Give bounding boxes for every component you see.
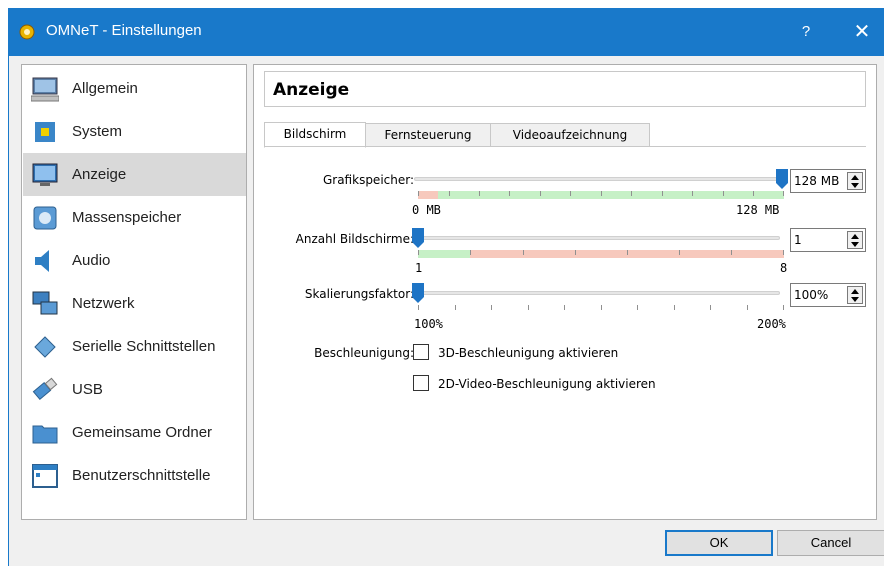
chip-icon [35, 122, 55, 142]
tab-videoaufzeichnung[interactable]: Videoaufzeichnung [490, 123, 650, 147]
bildschirme-scale [418, 250, 784, 258]
grafikspeicher-slider-thumb[interactable] [776, 169, 788, 189]
folder-icon [32, 425, 58, 444]
sidebar-item-anzeige[interactable]: Anzeige [23, 153, 246, 196]
skalierung-slider-thumb[interactable] [412, 283, 424, 303]
display-icon [32, 163, 58, 186]
grafikspeicher-scale [418, 191, 784, 199]
sidebar-item-audio[interactable]: Audio [23, 239, 246, 282]
sidebar-item-benutzerschnittstelle[interactable]: Benutzerschnittstelle [23, 454, 246, 497]
ui-window-icon [32, 464, 58, 488]
sidebar-item-label: Anzeige [72, 166, 127, 183]
bildschirme-value: 1 [794, 233, 802, 247]
sidebar-item-label: Massenspeicher [72, 209, 182, 226]
sidebar-item-usb[interactable]: USB [23, 368, 246, 411]
help-button[interactable]: ? [786, 8, 826, 56]
grafikspeicher-value: 128 MB [794, 174, 840, 188]
settings-sidebar: Allgemein System Anzeige Massenspeicher … [21, 64, 247, 520]
window-title: OMNeT - Einstellungen [46, 22, 202, 39]
skalierung-value: 100% [794, 288, 829, 302]
page-title: Anzeige [273, 80, 350, 100]
ok-button[interactable]: OK [665, 530, 773, 556]
bildschirme-label: Anzahl Bildschirme: [295, 232, 414, 246]
speaker-icon [35, 250, 49, 272]
skalierung-scale [418, 305, 784, 313]
sidebar-item-seriell[interactable]: Serielle Schnittstellen [23, 325, 246, 368]
beschleunigung-label: Beschleunigung: [314, 346, 414, 360]
dialog-body: Allgemein System Anzeige Massenspeicher … [8, 56, 884, 566]
2d-acceleration-checkbox[interactable] [413, 375, 429, 391]
cancel-button[interactable]: Cancel [777, 530, 884, 556]
tab-bildschirm[interactable]: Bildschirm [264, 122, 366, 148]
spin-arrows-icon[interactable] [847, 286, 863, 304]
usb-icon [32, 377, 58, 401]
serial-icon [34, 336, 56, 358]
tab-content: Grafikspeicher: 0 MB 128 MB 128 MB Anzah… [264, 146, 866, 508]
skalierung-max: 200% [757, 317, 786, 331]
3d-acceleration-checkbox[interactable] [413, 344, 429, 360]
sidebar-item-label: Audio [72, 252, 111, 269]
bildschirme-slider[interactable] [414, 236, 780, 240]
sidebar-item-label: System [72, 123, 123, 140]
skalierung-min: 100% [414, 317, 443, 331]
sidebar-item-label: USB [72, 381, 103, 398]
grafikspeicher-min: 0 MB [412, 203, 441, 217]
tab-fernsteuerung[interactable]: Fernsteuerung [365, 123, 491, 147]
sidebar-item-label: Benutzerschnittstelle [72, 467, 211, 484]
bildschirme-spinbox[interactable]: 1 [790, 228, 866, 252]
skalierung-slider[interactable] [414, 291, 780, 295]
sidebar-item-system[interactable]: System [23, 110, 246, 153]
skalierung-spinbox[interactable]: 100% [790, 283, 866, 307]
network-icon [32, 291, 58, 315]
sidebar-item-label: Serielle Schnittstellen [72, 338, 216, 355]
title-bar: OMNeT - Einstellungen ? ✕ [8, 8, 884, 56]
settings-panel: Anzeige Bildschirm Fernsteuerung Videoau… [253, 64, 877, 520]
sidebar-item-label: Allgemein [72, 80, 138, 97]
sidebar-item-massenspeicher[interactable]: Massenspeicher [23, 196, 246, 239]
monitor-icon [31, 77, 59, 102]
2d-acceleration-label[interactable]: 2D-Video-Beschleunigung aktivieren [438, 377, 656, 391]
spin-arrows-icon[interactable] [847, 172, 863, 190]
skalierung-label: Skalierungsfaktor: [304, 287, 414, 301]
bildschirme-max: 8 [780, 261, 788, 275]
bildschirme-slider-thumb[interactable] [412, 228, 424, 248]
gear-icon [19, 24, 35, 40]
sidebar-item-ordner[interactable]: Gemeinsame Ordner [23, 411, 246, 454]
close-button[interactable]: ✕ [840, 8, 884, 56]
sidebar-item-netzwerk[interactable]: Netzwerk [23, 282, 246, 325]
sidebar-item-allgemein[interactable]: Allgemein [23, 67, 246, 110]
grafikspeicher-spinbox[interactable]: 128 MB [790, 169, 866, 193]
grafikspeicher-max: 128 MB [736, 203, 780, 217]
disk-icon [33, 206, 57, 230]
page-title-box: Anzeige [264, 71, 866, 107]
spin-arrows-icon[interactable] [847, 231, 863, 249]
3d-acceleration-label[interactable]: 3D-Beschleunigung aktivieren [438, 346, 618, 360]
grafikspeicher-slider[interactable] [414, 177, 780, 181]
grafikspeicher-label: Grafikspeicher: [322, 173, 414, 187]
sidebar-item-label: Netzwerk [72, 295, 135, 312]
bildschirme-min: 1 [415, 261, 423, 275]
sidebar-item-label: Gemeinsame Ordner [72, 424, 213, 441]
